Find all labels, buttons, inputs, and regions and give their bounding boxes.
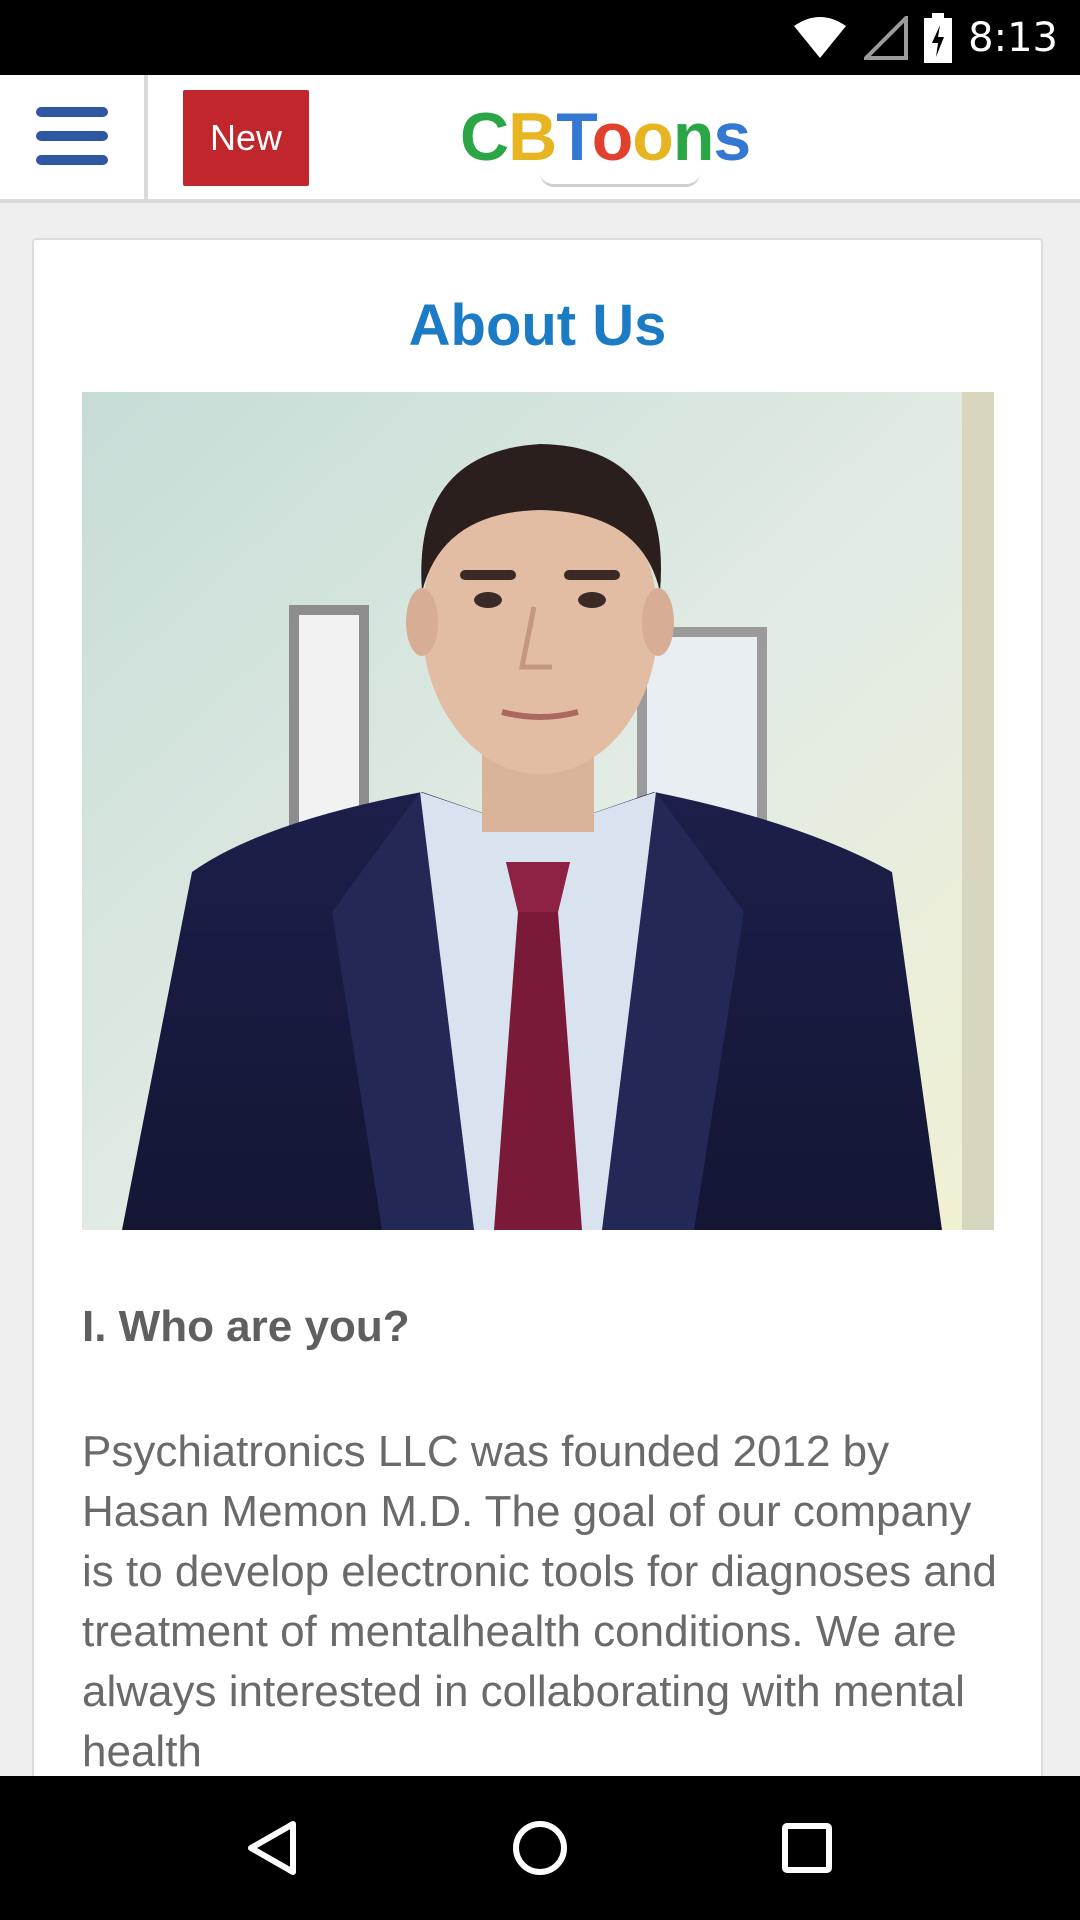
- status-time: 8:13: [968, 14, 1058, 61]
- system-nav-bar: [0, 1776, 1080, 1920]
- page-title: About Us: [408, 293, 667, 358]
- hamburger-menu-icon: [36, 107, 108, 167]
- section-heading: I. Who are you?: [82, 1302, 410, 1351]
- home-button[interactable]: [500, 1808, 580, 1888]
- cell-signal-icon: [864, 15, 909, 60]
- logo-text: CBToons: [460, 99, 751, 175]
- app-logo[interactable]: CBToons: [460, 97, 751, 187]
- logo-swoosh: [540, 173, 700, 187]
- recents-square-icon: [781, 1823, 832, 1873]
- battery-charging-icon: [924, 12, 953, 63]
- wifi-icon: [794, 16, 847, 58]
- home-circle-icon: [512, 1821, 567, 1875]
- back-button[interactable]: [233, 1808, 313, 1888]
- about-body-text: Psychiatronics LLC was founded 2012 by H…: [82, 1427, 997, 1776]
- recents-button[interactable]: [767, 1808, 847, 1888]
- back-triangle-icon: [248, 1821, 297, 1875]
- portrait-illustration: [82, 392, 994, 1230]
- app-bar: New CBToons: [0, 75, 1080, 203]
- status-icons: 8:13: [792, 0, 1058, 75]
- status-bar: 8:13: [0, 0, 1080, 75]
- about-card: About Us I. Who are you? Psychiatronics …: [32, 238, 1043, 1838]
- portrait-photo: [82, 392, 994, 1230]
- menu-button[interactable]: [0, 75, 148, 199]
- new-button[interactable]: New: [183, 90, 309, 186]
